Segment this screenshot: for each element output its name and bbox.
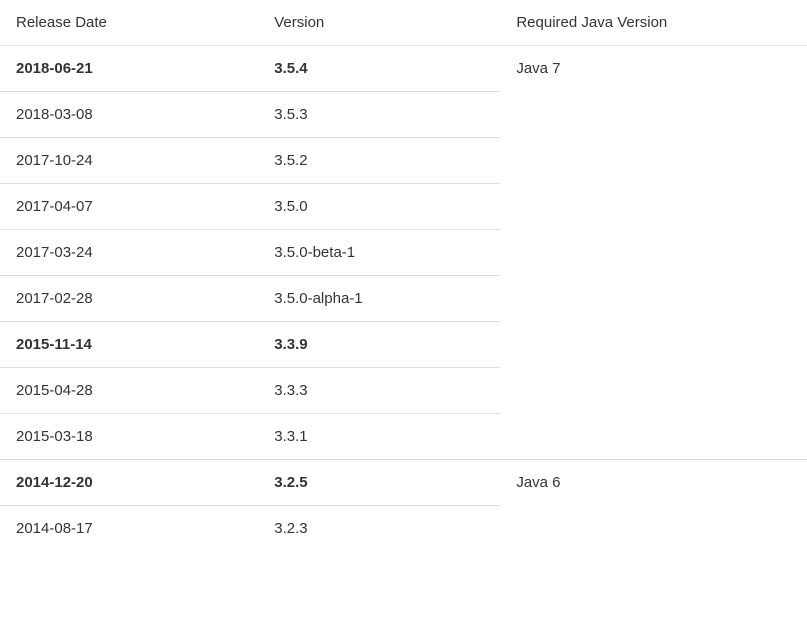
cell-version: 3.5.4 [258,46,500,92]
cell-version: 3.5.0 [258,184,500,230]
cell-required-java: Java 7 [500,46,807,460]
header-row: Release Date Version Required Java Versi… [0,0,807,46]
cell-release-date: 2014-08-17 [0,506,258,552]
cell-version: 3.2.5 [258,460,500,506]
header-release-date: Release Date [0,0,258,46]
header-required-java: Required Java Version [500,0,807,46]
cell-release-date: 2014-12-20 [0,460,258,506]
cell-version: 3.5.0-alpha-1 [258,276,500,322]
cell-release-date: 2017-10-24 [0,138,258,184]
table-body: 2018-06-213.5.4Java 72018-03-083.5.32017… [0,46,807,552]
cell-release-date: 2018-03-08 [0,92,258,138]
cell-release-date: 2015-04-28 [0,368,258,414]
version-table: Release Date Version Required Java Versi… [0,0,807,551]
cell-version: 3.5.0-beta-1 [258,230,500,276]
cell-release-date: 2015-11-14 [0,322,258,368]
table-row: 2018-06-213.5.4Java 7 [0,46,807,92]
cell-release-date: 2018-06-21 [0,46,258,92]
version-table-container: Release Date Version Required Java Versi… [0,0,807,551]
cell-release-date: 2017-02-28 [0,276,258,322]
table-header: Release Date Version Required Java Versi… [0,0,807,46]
cell-version: 3.3.3 [258,368,500,414]
table-row: 2014-12-203.2.5Java 6 [0,460,807,506]
cell-version: 3.3.1 [258,414,500,460]
cell-version: 3.5.2 [258,138,500,184]
cell-release-date: 2015-03-18 [0,414,258,460]
cell-required-java: Java 6 [500,460,807,552]
cell-release-date: 2017-03-24 [0,230,258,276]
cell-version: 3.2.3 [258,506,500,552]
cell-release-date: 2017-04-07 [0,184,258,230]
cell-version: 3.3.9 [258,322,500,368]
cell-version: 3.5.3 [258,92,500,138]
header-version: Version [258,0,500,46]
